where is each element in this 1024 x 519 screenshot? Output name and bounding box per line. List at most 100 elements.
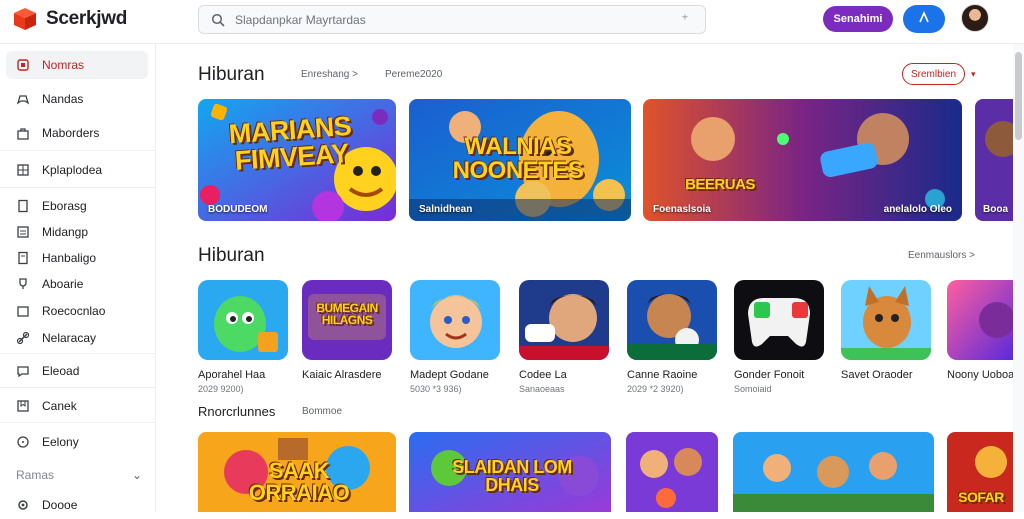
app-name: Scerkjwd — [46, 8, 128, 29]
featured-link-1[interactable]: Enreshang > — [301, 69, 358, 80]
featured-card-headline: MARIANS FIMVEAY — [227, 110, 353, 176]
sidebar-item-label: Aboarie — [42, 277, 84, 291]
sidebar-item-label: Eelony — [42, 435, 79, 449]
app-name: Codee La — [519, 369, 567, 381]
featured-card-label: BODUDEOM — [208, 204, 268, 215]
featured-card-headline: BEERUAS — [685, 176, 755, 193]
sidebar-item-eleoad[interactable]: Eleoad — [6, 357, 148, 385]
sidebar-item-doooe[interactable]: Doooe — [6, 491, 148, 519]
sidebar-divider — [0, 387, 156, 388]
filter-button[interactable]: Sremlbien — [902, 63, 965, 85]
sidebar-item-roecocnlao[interactable]: Roecocnlao — [6, 297, 148, 325]
sidebar-item-midangp[interactable]: Midangp — [6, 218, 148, 246]
sidebar-divider — [0, 353, 156, 354]
game-card[interactable] — [626, 432, 718, 512]
app-tile[interactable] — [841, 280, 931, 360]
sidebar-divider — [0, 187, 156, 188]
sidebar-item-nelaracay[interactable]: Nelaracay — [6, 324, 148, 352]
search-icon — [211, 13, 225, 27]
app-tile[interactable] — [198, 280, 288, 360]
app-name: Gonder Fonoit — [734, 369, 805, 381]
app-name: Aporahel Haa — [198, 369, 266, 381]
app-icon-art — [519, 280, 609, 360]
sidebar-item-label: Roecocnlao — [42, 304, 106, 318]
top-bar: Scerkjwd ⁺ Senahimi — [0, 0, 1024, 44]
app-name: Madept Godane — [410, 369, 489, 381]
game-card-headline: SOFAR — [958, 489, 1004, 505]
game-card[interactable] — [733, 432, 934, 512]
home-icon — [16, 58, 30, 72]
app-logo[interactable]: Scerkjwd — [12, 4, 127, 34]
featured-card[interactable]: WALNIAS NOONETES Salnidhean — [409, 99, 631, 221]
sidebar: Nomras Nandas Maborders Kplaplodea Ebora… — [0, 44, 156, 512]
app-tile[interactable]: BUMEGAIN HILAGNS — [302, 280, 392, 360]
sidebar-item-label: Nomras — [42, 58, 85, 72]
sidebar-item-eelony[interactable]: Eelony — [6, 428, 148, 456]
bookmark-icon — [16, 399, 30, 413]
search-input[interactable] — [235, 12, 675, 27]
box-icon — [16, 304, 30, 318]
account-button[interactable] — [903, 5, 945, 33]
sidebar-item-label: Eleoad — [42, 364, 80, 378]
sidebar-section-label: Ramas — [16, 468, 55, 482]
main-content: Hiburan Enreshang > Pereme2020 Sremlbien… — [157, 44, 1013, 512]
person-icon — [917, 10, 931, 29]
app-icon-art — [734, 280, 824, 360]
list-icon — [16, 225, 30, 239]
sidebar-item-label: Midangp — [42, 225, 89, 239]
sidebar-item-label: Maborders — [42, 126, 100, 140]
scrollbar[interactable] — [1013, 44, 1024, 512]
sidebar-item-label: Nandas — [42, 92, 84, 106]
apps-section-link[interactable]: Eenmauslors > — [908, 250, 975, 261]
sidebar-item-aboarie[interactable]: Aboarie — [6, 270, 148, 298]
game-card[interactable]: SAAK ORRAIAO — [198, 432, 396, 512]
app-tile[interactable] — [519, 280, 609, 360]
sidebar-item-canek[interactable]: Canek — [6, 392, 148, 420]
app-tile-text: BUMEGAIN HILAGNS — [316, 301, 378, 327]
app-tile[interactable] — [410, 280, 500, 360]
apps-section-title: Hiburan — [198, 245, 265, 266]
game-card[interactable]: SOFAR — [947, 432, 1013, 512]
app-name: Savet Oraoder — [841, 369, 913, 381]
featured-card-label: Booa — [983, 204, 1008, 215]
document-icon — [16, 199, 30, 213]
sidebar-item-label: Nelaracay — [42, 331, 97, 345]
sidebar-item-kplaplodea[interactable]: Kplaplodea — [6, 156, 148, 184]
app-tile[interactable] — [947, 280, 1013, 360]
app-tile[interactable] — [627, 280, 717, 360]
third-section-link[interactable]: Bommoe — [302, 406, 342, 417]
caret-down-icon[interactable]: ▾ — [971, 69, 976, 80]
sidebar-divider — [0, 422, 156, 423]
featured-card-label-secondary: anelalolo Oleo — [883, 204, 952, 215]
sidebar-item-label: Canek — [42, 399, 77, 413]
featured-card-label: Salnidhean — [419, 204, 473, 215]
featured-card[interactable]: Booa — [975, 99, 1013, 221]
game-card-headline: SAAK ORRAIAO — [248, 458, 350, 505]
app-icon-art — [627, 280, 717, 360]
sidebar-item-label: Eborasg — [42, 199, 87, 213]
voice-search-icon[interactable]: ⁺ — [675, 11, 695, 28]
scrollbar-thumb[interactable] — [1015, 52, 1022, 140]
third-section-title: Rnorcrlunnes — [198, 404, 276, 419]
search-bar[interactable]: ⁺ — [198, 5, 706, 34]
app-subtitle: 2029 *2 3920) — [627, 384, 684, 394]
sidebar-item-eborasg[interactable]: Eborasg — [6, 192, 148, 220]
primary-header-button[interactable]: Senahimi — [823, 6, 893, 32]
app-name: Kaiaic Alrasdere — [302, 369, 382, 381]
sidebar-item-nandas[interactable]: Nandas — [6, 85, 148, 113]
sidebar-item-hanbaligo[interactable]: Hanbaligo — [6, 244, 148, 272]
avatar[interactable] — [961, 4, 989, 32]
sidebar-item-maborders[interactable]: Maborders — [6, 119, 148, 147]
sidebar-divider — [0, 150, 156, 151]
sidebar-item-home[interactable]: Nomras — [6, 51, 148, 79]
featured-card[interactable]: BEERUAS Foenaslsoia anelalolo Oleo — [643, 99, 962, 221]
app-tile[interactable] — [734, 280, 824, 360]
featured-link-2[interactable]: Pereme2020 — [385, 69, 442, 80]
app-subtitle: 2029 9200) — [198, 384, 244, 394]
app-subtitle: Somoiaid — [734, 384, 772, 394]
featured-card[interactable]: MARIANS FIMVEAY BODUDEOM — [198, 99, 396, 221]
game-card[interactable]: SLAIDAN LOM DHAIS — [409, 432, 611, 512]
sidebar-section-header[interactable]: Ramas ⌄ — [16, 468, 142, 482]
app-name: Noony Uoboa — [947, 369, 1013, 381]
trophy-icon — [16, 277, 30, 291]
